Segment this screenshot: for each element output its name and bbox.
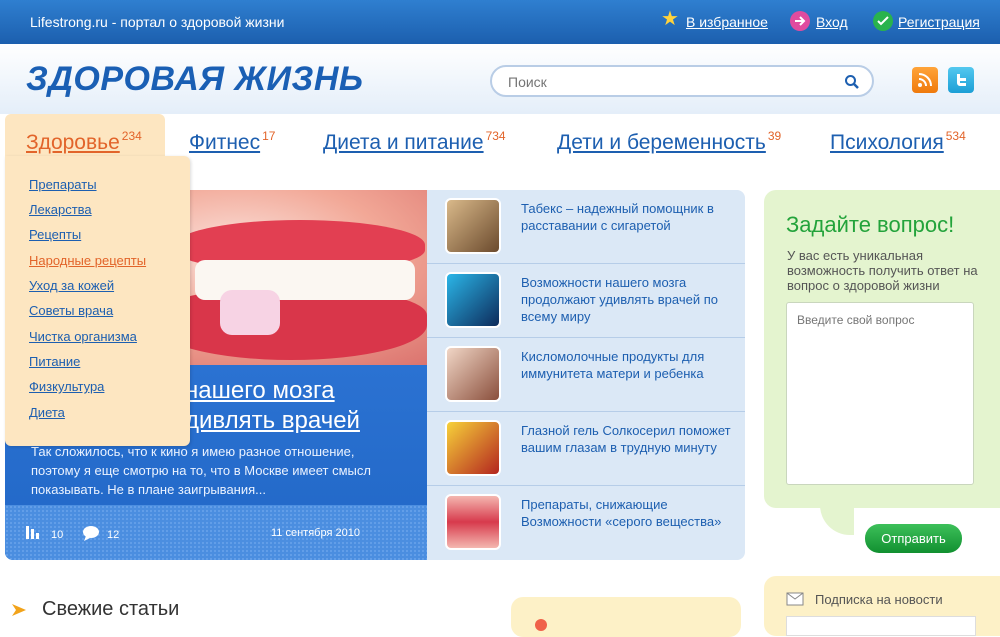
subscribe-email-field[interactable] [786, 616, 976, 636]
nav-health[interactable]: Здоровье 234 [26, 129, 142, 155]
promo-box [511, 597, 741, 637]
login-link[interactable]: Вход [816, 14, 848, 30]
site-logo[interactable]: ЗДОРОВАЯ ЖИЗНЬ [26, 60, 363, 99]
top-bar: Lifestrong.ru - портал о здоровой жизни … [0, 0, 1000, 44]
article-thumbnail[interactable] [445, 494, 501, 550]
article-thumbnail[interactable] [445, 420, 501, 476]
rss-icon[interactable] [912, 67, 938, 93]
hero-meta: 10 12 11 сентября 2010 [5, 505, 427, 560]
article-thumbnail[interactable] [445, 346, 501, 402]
article-link[interactable]: Возможности нашего мозга продолжают удив… [521, 274, 731, 325]
list-item[interactable]: Возможности нашего мозга продолжают удив… [427, 264, 745, 338]
hero-date: 11 сентября 2010 [271, 527, 360, 539]
envelope-icon [786, 592, 804, 606]
menu-item[interactable]: Лекарства [29, 202, 92, 217]
article-list: Табекс – надежный помощник в расставании… [427, 190, 745, 560]
views-icon [26, 526, 39, 539]
comments-count: 12 [107, 529, 120, 541]
ask-description: У вас есть уникальная возможность получи… [787, 248, 978, 293]
list-item[interactable]: Кисломолочные продукты для иммунитета ма… [427, 338, 745, 412]
menu-item[interactable]: Уход за кожей [29, 278, 114, 293]
subscribe-label: Подписка на новости [815, 592, 943, 607]
article-link[interactable]: Кисломолочные продукты для иммунитета ма… [521, 348, 731, 382]
article-link[interactable]: Глазной гель Солкосерил поможет вашим гл… [521, 422, 731, 456]
search-input[interactable] [508, 73, 828, 91]
menu-item-highlighted[interactable]: Народные рецепты [29, 253, 146, 268]
menu-item[interactable]: Рецепты [29, 227, 81, 242]
views-count: 10 [51, 529, 64, 541]
ask-title: Задайте вопрос! [786, 212, 955, 237]
nav-psychology[interactable]: Психология 534 [830, 129, 966, 155]
article-thumbnail[interactable] [445, 198, 501, 254]
header: ЗДОРОВАЯ ЖИЗНЬ [0, 44, 1000, 114]
menu-item[interactable]: Диета [29, 405, 65, 420]
hero-title[interactable]: нашего мозга дивлять врачей [185, 376, 425, 436]
comments-icon [83, 526, 99, 541]
search-icon[interactable] [844, 74, 860, 90]
favorites-link[interactable]: В избранное [686, 14, 768, 30]
list-item[interactable]: Глазной гель Солкосерил поможет вашим гл… [427, 412, 745, 486]
speech-tail [820, 505, 854, 535]
question-input[interactable] [786, 302, 974, 485]
ask-question-widget: Задайте вопрос! У вас есть уникальная во… [764, 190, 1000, 508]
list-item[interactable]: Препараты, снижающие Возможности «серого… [427, 486, 745, 560]
star-icon[interactable]: ★ [660, 9, 680, 29]
nav-kids[interactable]: Дети и беременность 39 [557, 129, 781, 155]
article-thumbnail[interactable] [445, 272, 501, 328]
send-button[interactable]: Отправить [865, 524, 962, 553]
twitter-icon[interactable] [948, 67, 974, 93]
menu-item[interactable]: Чистка организма [29, 329, 137, 344]
menu-item[interactable]: Советы врача [29, 303, 113, 318]
list-item[interactable]: Табекс – надежный помощник в расставании… [427, 190, 745, 264]
fresh-articles-heading: Свежие статьи [42, 598, 180, 620]
site-tagline: Lifestrong.ru - портал о здоровой жизни [30, 14, 285, 30]
article-link[interactable]: Препараты, снижающие Возможности «серого… [521, 496, 731, 530]
main-nav: Здоровье 234 Фитнес 17 Диета и питание 734 … [0, 114, 1000, 160]
login-arrow-icon[interactable] [790, 11, 810, 31]
subscribe-widget: Подписка на новости [764, 576, 1000, 636]
menu-item[interactable]: Физкультура [29, 379, 104, 394]
check-icon[interactable] [873, 11, 893, 31]
nav-fitness[interactable]: Фитнес 17 [189, 129, 275, 155]
dot-icon [535, 619, 547, 631]
arrow-icon [12, 604, 26, 616]
menu-item[interactable]: Препараты [29, 177, 97, 192]
article-link[interactable]: Табекс – надежный помощник в расставании… [521, 200, 731, 234]
nav-diet[interactable]: Диета и питание 734 [323, 129, 506, 155]
hero-excerpt: Так сложилось, что к кино я имею разное … [31, 444, 371, 497]
register-link[interactable]: Регистрация [898, 14, 980, 30]
health-dropdown-menu: Препараты Лекарства Рецепты Народные рец… [5, 156, 190, 446]
search-box[interactable] [490, 65, 874, 97]
menu-item[interactable]: Питание [29, 354, 80, 369]
